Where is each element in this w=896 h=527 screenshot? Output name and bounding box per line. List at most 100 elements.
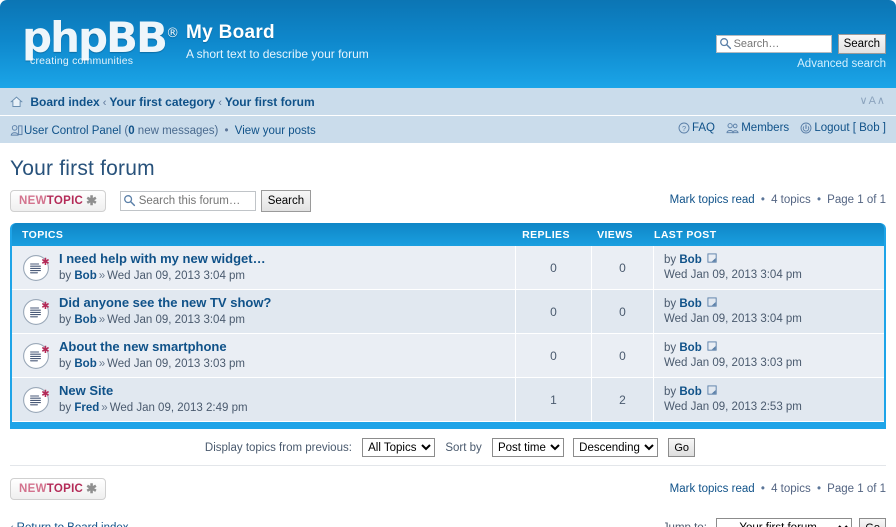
topic-unread-icon[interactable]: ✱	[22, 342, 50, 370]
topic-cell: ✱ New Site by Fred» Wed Jan 09, 2013 2:49…	[12, 378, 516, 421]
sort-key-select[interactable]: Post time	[491, 438, 564, 457]
topic-unread-icon[interactable]: ✱	[22, 386, 50, 414]
faq-item[interactable]: ? FAQ	[678, 122, 718, 134]
site-header: phpBB® creating communities My Board A s…	[0, 0, 896, 88]
display-range-select[interactable]: All Topics	[362, 438, 436, 457]
table-row[interactable]: ✱ Did anyone see the new TV show? by Bob…	[12, 290, 884, 334]
svg-text:✱: ✱	[41, 301, 49, 312]
last-post-author-link[interactable]: Bob	[679, 254, 701, 266]
forum-search-input[interactable]	[119, 191, 256, 211]
site-title-block: My Board A short text to describe your f…	[186, 22, 369, 61]
new-messages-text: new messages)	[134, 125, 219, 137]
last-post-date: Wed Jan 09, 2013 3:04 pm	[664, 312, 802, 325]
last-post-author-line: by Bob	[664, 252, 878, 268]
last-by-label: by	[664, 253, 677, 266]
topic-title-link[interactable]: Did anyone see the new TV show?	[59, 295, 271, 311]
new-topic-label-part2: TOPIC	[46, 195, 84, 207]
power-icon	[800, 122, 812, 134]
table-row[interactable]: ✱ New Site by Fred» Wed Jan 09, 2013 2:49…	[12, 378, 884, 422]
topic-author-link[interactable]: Bob	[74, 314, 96, 326]
breadcrumb-sep-2: ‹	[218, 97, 222, 109]
goto-last-post-icon[interactable]	[707, 384, 718, 396]
topic-posted-date: Wed Jan 09, 2013 3:04 pm	[107, 314, 246, 326]
svg-text:?: ?	[682, 124, 686, 133]
last-post-author-line: by Bob	[664, 340, 878, 356]
return-to-board-index[interactable]: ‹Return to Board index	[10, 522, 129, 527]
phpbb-logo[interactable]: phpBB® creating communities	[22, 12, 190, 74]
topic-title-link[interactable]: I need help with my new widget…	[59, 251, 266, 267]
last-post-author-link[interactable]: Bob	[679, 386, 701, 398]
topic-title-link[interactable]: New Site	[59, 383, 248, 399]
topic-unread-icon[interactable]: ✱	[22, 254, 50, 282]
topic-cell: ✱ About the new smartphone by Bob» Wed Ja…	[12, 334, 516, 377]
replies-cell: 1	[516, 378, 592, 421]
page-info-bottom: Page 1 of 1	[827, 483, 886, 495]
site-description: A short text to describe your forum	[186, 47, 369, 61]
breadcrumb-forum[interactable]: Your first forum	[225, 95, 315, 109]
jump-to-select[interactable]: Your first forum	[716, 518, 853, 527]
topic-author-link[interactable]: Bob	[74, 270, 96, 282]
font-size-changer[interactable]: ∨A∧	[860, 94, 886, 107]
page-info-top: Page 1 of 1	[827, 194, 886, 206]
mark-topics-read-top[interactable]: Mark topics read	[670, 194, 755, 206]
logout-item[interactable]: Logout [ Bob ]	[800, 122, 886, 134]
mark-topics-read-bottom[interactable]: Mark topics read	[670, 483, 755, 495]
goto-last-post-icon[interactable]	[707, 296, 718, 308]
topic-table: TOPICS REPLIES VIEWS LAST POST ✱ I need …	[10, 223, 886, 429]
breadcrumb-board-index[interactable]: Board index	[30, 95, 99, 109]
new-topic-label-part1: NEW	[19, 483, 47, 495]
jump-to-go-button[interactable]: Go	[859, 518, 886, 527]
by-label: by	[59, 358, 72, 370]
return-link-text[interactable]: Return to Board index	[17, 522, 129, 527]
topic-author-line: by Bob» Wed Jan 09, 2013 3:03 pm	[59, 356, 245, 372]
logout-link[interactable]: Logout	[814, 122, 849, 134]
ucp-separator: •	[224, 125, 229, 137]
display-options-go-button[interactable]: Go	[668, 438, 696, 457]
last-post-date: Wed Jan 09, 2013 3:03 pm	[664, 356, 802, 369]
star-icon: ✱	[86, 193, 98, 208]
topic-author-link[interactable]: Bob	[74, 358, 96, 370]
members-item[interactable]: Members	[726, 122, 792, 134]
page-wrapper: phpBB® creating communities My Board A s…	[0, 0, 896, 527]
new-topic-label-part2: TOPIC	[46, 483, 84, 495]
new-topic-button-bottom[interactable]: NEW TOPIC ✱	[10, 478, 107, 500]
last-post-author-link[interactable]: Bob	[679, 298, 701, 310]
column-header-replies: REPLIES	[522, 228, 570, 241]
new-topic-button-top[interactable]: NEW TOPIC ✱	[10, 190, 107, 212]
user-nav-row: User Control Panel (0 new messages) • Vi…	[0, 116, 896, 143]
view-your-posts-link[interactable]: View your posts	[235, 125, 316, 137]
faq-link[interactable]: FAQ	[692, 122, 715, 134]
last-post-author-line: by Bob	[664, 296, 878, 312]
topic-posted-date: Wed Jan 09, 2013 3:04 pm	[107, 270, 246, 282]
search-button[interactable]: Search	[837, 34, 886, 54]
replies-cell: 0	[516, 334, 592, 377]
topic-unread-icon[interactable]: ✱	[22, 298, 50, 326]
site-name: My Board	[186, 22, 275, 43]
last-post-cell: by Bob Wed Jan 09, 2013 3:03 pm	[654, 334, 884, 377]
last-by-label: by	[664, 385, 677, 398]
current-username: [ Bob ]	[852, 122, 886, 134]
breadcrumb-category[interactable]: Your first category	[109, 95, 215, 109]
forum-search-button[interactable]: Search	[260, 190, 312, 212]
star-icon: ✱	[86, 481, 98, 496]
search-input[interactable]	[715, 35, 832, 53]
pagination-sep-1: •	[760, 483, 765, 495]
pagination-sep-1: •	[760, 194, 765, 206]
user-icon	[10, 125, 23, 136]
last-post-author-link[interactable]: Bob	[679, 342, 701, 354]
topic-rows: ✱ I need help with my new widget… by Bob…	[12, 246, 884, 422]
svg-text:✱: ✱	[41, 257, 49, 268]
table-bottom-bar	[12, 422, 884, 427]
nav-links: ? FAQ Members Logout [Bob]	[670, 122, 886, 134]
topic-author-link[interactable]: Fred	[74, 402, 99, 414]
table-row[interactable]: ✱ About the new smartphone by Bob» Wed Ja…	[12, 334, 884, 378]
sort-order-select[interactable]: Descending	[573, 438, 659, 457]
members-link[interactable]: Members	[741, 122, 789, 134]
ucp-link[interactable]: User Control Panel	[24, 125, 121, 137]
topic-title-link[interactable]: About the new smartphone	[59, 339, 245, 355]
replies-cell: 0	[516, 246, 592, 289]
goto-last-post-icon[interactable]	[707, 252, 718, 264]
goto-last-post-icon[interactable]	[707, 340, 718, 352]
table-row[interactable]: ✱ I need help with my new widget… by Bob…	[12, 246, 884, 290]
advanced-search-link[interactable]: Advanced search	[716, 58, 886, 70]
